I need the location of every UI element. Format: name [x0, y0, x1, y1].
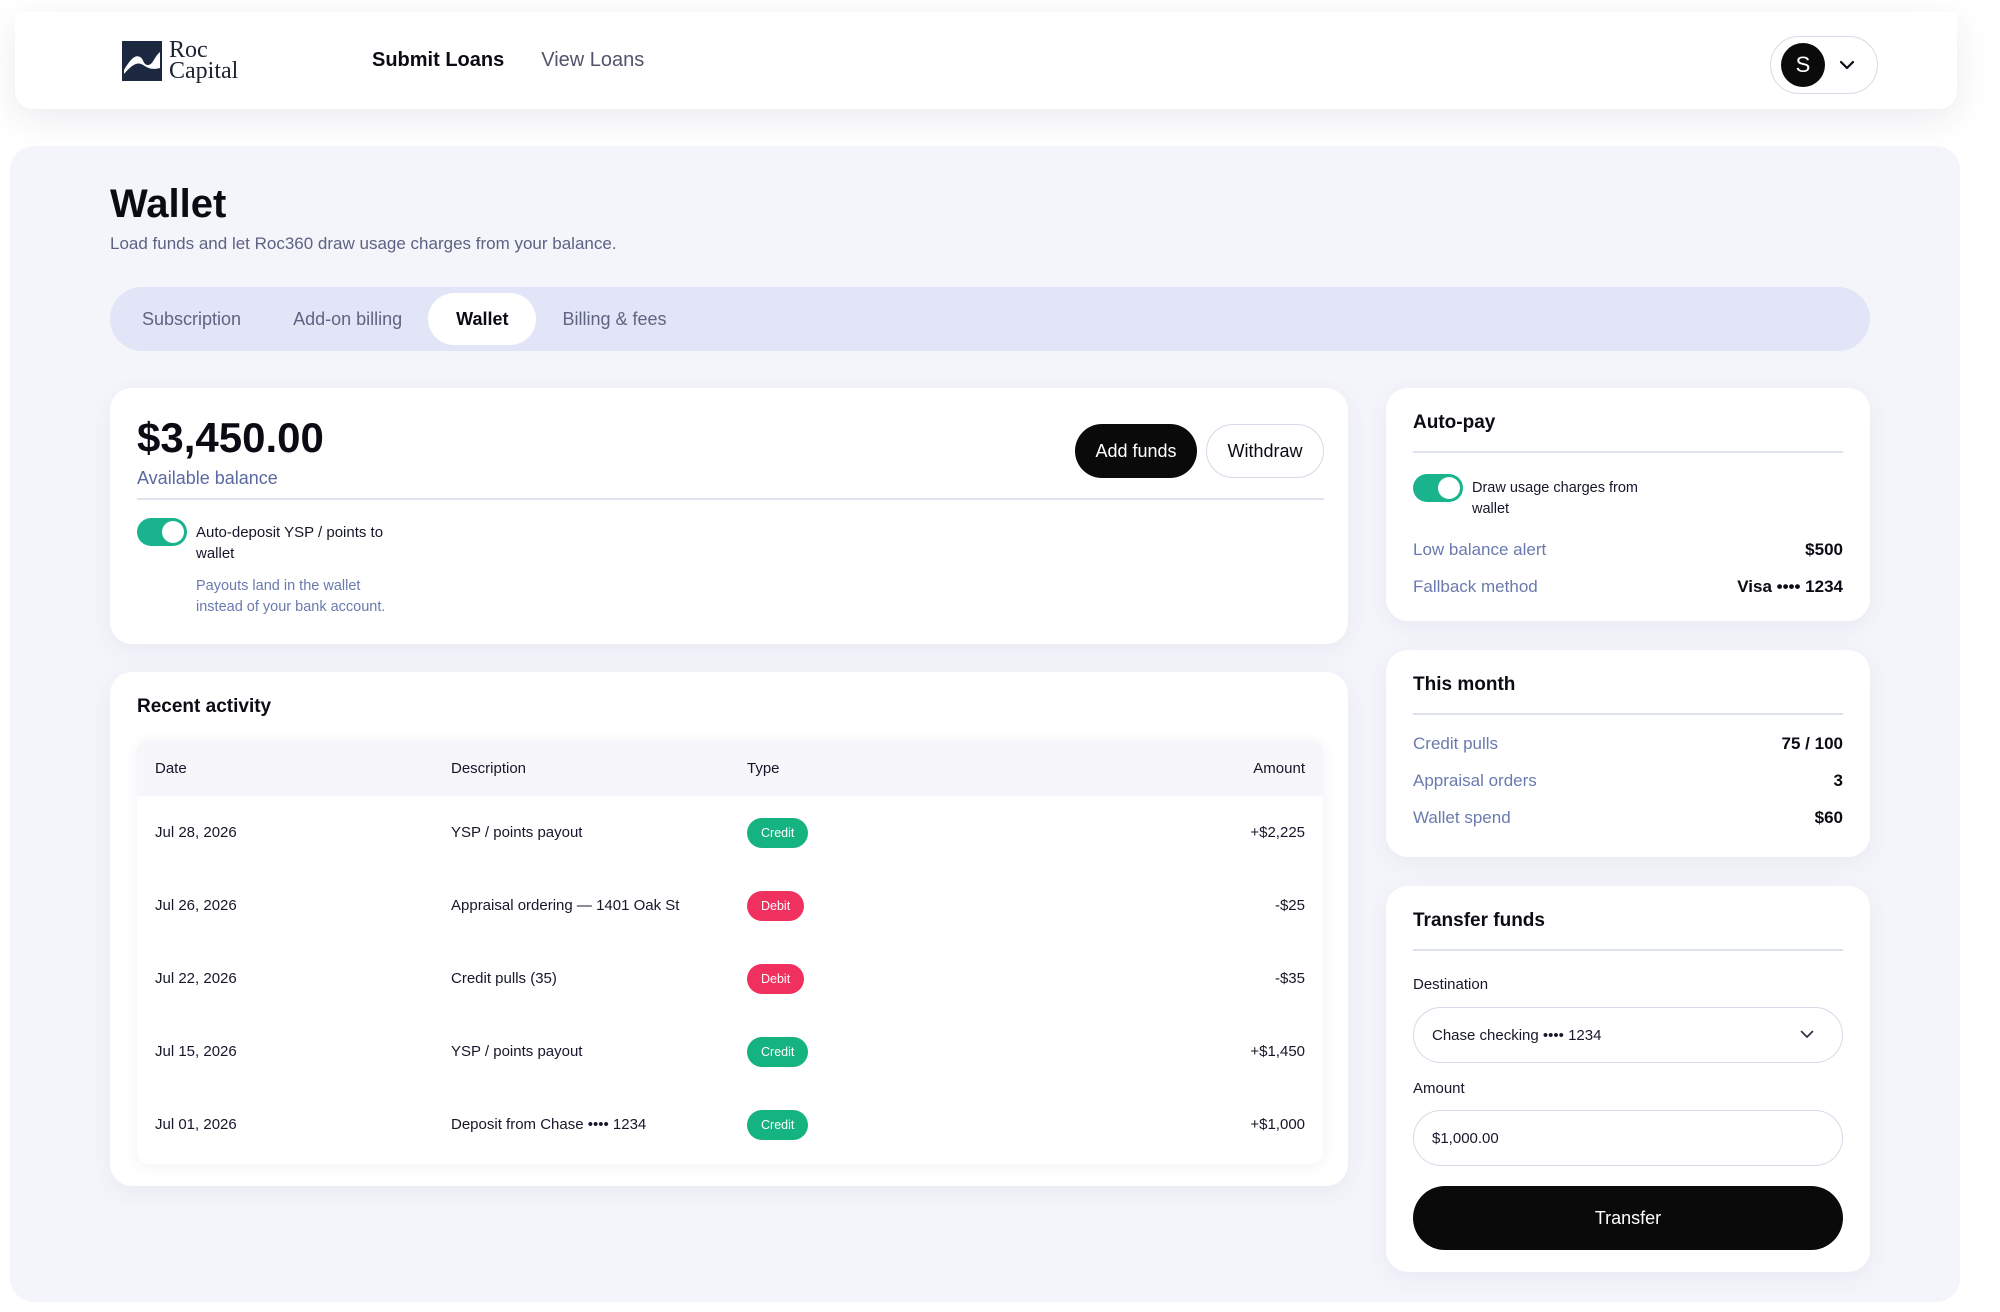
draw-usage-label-line2: wallet	[1472, 501, 1510, 517]
table-row[interactable]: Jul 28, 2026 YSP / points payout Credit …	[137, 796, 1323, 869]
row-description: Appraisal ordering — 1401 Oak St	[451, 897, 680, 914]
row-amount: -$25	[1274, 897, 1305, 914]
row-date: Jul 22, 2026	[155, 970, 237, 987]
main-panel: Wallet Load funds and let Roc360 draw us…	[10, 146, 1960, 1302]
tab-subscription[interactable]: Subscription	[116, 293, 267, 345]
row-type: Credit	[747, 796, 809, 869]
row-date: Jul 26, 2026	[155, 897, 237, 914]
row-type: Debit	[747, 869, 805, 942]
table-row[interactable]: Jul 26, 2026 Appraisal ordering — 1401 O…	[137, 869, 1323, 942]
activity-table: Date Description Type Amount Jul 28, 202…	[137, 740, 1323, 1164]
credit-badge: Credit	[747, 817, 809, 848]
amount-label: Amount	[1413, 1080, 1465, 1097]
appraisal-orders-value: 3	[1833, 771, 1843, 790]
row-amount: +$2,225	[1250, 824, 1305, 841]
recent-activity-card: Recent activity Date Description Type Am…	[110, 672, 1348, 1186]
column-header-amount: Amount	[1253, 759, 1305, 777]
auto-deposit-label: Auto-deposit YSP / points to wallet	[196, 522, 383, 564]
add-funds-button[interactable]: Add funds	[1075, 424, 1197, 478]
nav-submit-loans[interactable]: Submit Loans	[372, 49, 504, 72]
available-balance-amount: $3,450.00	[137, 414, 324, 461]
row-type: Credit	[747, 1088, 809, 1161]
fallback-method-value: Visa •••• 1234	[1737, 577, 1843, 596]
debit-badge: Debit	[747, 890, 805, 921]
tab-add-on-billing[interactable]: Add-on billing	[267, 293, 428, 345]
auto-pay-title: Auto-pay	[1413, 412, 1496, 433]
debit-badge: Debit	[747, 963, 805, 994]
this-month-card: This month Credit pulls 75 / 100 Apprais…	[1386, 650, 1870, 857]
balance-divider	[137, 498, 1324, 500]
this-month-divider	[1413, 713, 1843, 715]
auto-deposit-help-line2: instead of your bank account.	[196, 599, 386, 615]
auto-pay-divider	[1413, 451, 1843, 453]
billing-tabs: Subscription Add-on billing Wallet Billi…	[110, 287, 1870, 351]
balance-card: $3,450.00 Available balance Add funds Wi…	[110, 388, 1348, 644]
page-title: Wallet	[110, 182, 227, 226]
auto-deposit-help: Payouts land in the wallet instead of yo…	[196, 576, 385, 618]
roc-capital-wave-logo-icon	[122, 41, 162, 81]
credit-badge: Credit	[747, 1109, 809, 1140]
wallet-spend-value: $60	[1814, 808, 1843, 827]
transfer-funds-card: Transfer funds Destination Chase checkin…	[1386, 886, 1870, 1272]
tab-billing-fees[interactable]: Billing & fees	[536, 293, 692, 345]
auto-deposit-help-line1: Payouts land in the wallet	[196, 578, 361, 594]
row-description: Credit pulls (35)	[451, 970, 557, 987]
auto-deposit-label-line1: Auto-deposit YSP / points to	[196, 524, 384, 541]
row-amount: +$1,000	[1250, 1116, 1305, 1133]
row-description: YSP / points payout	[451, 1043, 583, 1060]
fallback-method-label: Fallback method	[1413, 577, 1538, 596]
row-date: Jul 28, 2026	[155, 824, 237, 841]
roc-capital-logo[interactable]: Roc Capital	[121, 38, 239, 84]
chevron-down-icon	[1839, 60, 1855, 70]
table-row[interactable]: Jul 22, 2026 Credit pulls (35) Debit -$3…	[137, 942, 1323, 1015]
available-balance-label: Available balance	[137, 468, 278, 488]
recent-activity-title: Recent activity	[137, 696, 272, 717]
auto-deposit-label-line2: wallet	[196, 545, 235, 562]
row-amount: -$35	[1274, 970, 1305, 987]
draw-usage-charges-toggle[interactable]	[1413, 474, 1463, 502]
destination-selected-value: Chase checking •••• 1234	[1432, 1026, 1602, 1044]
auto-pay-card: Auto-pay Draw usage charges from wallet …	[1386, 388, 1870, 621]
row-description: YSP / points payout	[451, 824, 583, 841]
column-header-type: Type	[747, 759, 780, 777]
row-amount: +$1,450	[1250, 1043, 1305, 1060]
wallet-spend-label: Wallet spend	[1413, 808, 1511, 827]
appraisal-orders-label: Appraisal orders	[1413, 771, 1537, 790]
amount-input[interactable]	[1413, 1110, 1843, 1166]
table-row[interactable]: Jul 01, 2026 Deposit from Chase •••• 123…	[137, 1088, 1323, 1161]
column-header-date: Date	[155, 759, 187, 777]
row-date: Jul 15, 2026	[155, 1043, 237, 1060]
credit-pulls-label: Credit pulls	[1413, 734, 1499, 753]
destination-select[interactable]: Chase checking •••• 1234	[1413, 1007, 1843, 1063]
credit-badge: Credit	[747, 1036, 809, 1067]
credit-pulls-value: 75 / 100	[1781, 734, 1843, 753]
low-balance-alert-value: $500	[1805, 540, 1843, 559]
withdraw-button[interactable]: Withdraw	[1206, 424, 1324, 478]
auto-deposit-toggle[interactable]	[137, 518, 187, 546]
destination-label: Destination	[1413, 976, 1489, 993]
top-header: Roc Capital Submit Loans View Loans S	[15, 12, 1957, 109]
draw-usage-charges-label: Draw usage charges from wallet	[1472, 478, 1638, 520]
table-row[interactable]: Jul 15, 2026 YSP / points payout Credit …	[137, 1015, 1323, 1088]
logo-text-line2: Capital	[169, 58, 239, 84]
transfer-funds-title: Transfer funds	[1413, 910, 1545, 931]
row-date: Jul 01, 2026	[155, 1116, 237, 1133]
main-nav: Submit Loans View Loans	[372, 12, 644, 109]
user-menu-button[interactable]: S	[1770, 36, 1878, 94]
this-month-title: This month	[1413, 674, 1516, 695]
draw-usage-label-line1: Draw usage charges from	[1472, 480, 1639, 496]
tab-wallet[interactable]: Wallet	[428, 293, 537, 345]
chevron-down-icon	[1800, 1030, 1814, 1038]
low-balance-alert-label: Low balance alert	[1413, 540, 1547, 559]
row-description: Deposit from Chase •••• 1234	[451, 1116, 647, 1133]
transfer-divider	[1413, 949, 1843, 951]
avatar: S	[1781, 43, 1825, 87]
column-header-description: Description	[451, 759, 527, 777]
page-subtitle: Load funds and let Roc360 draw usage cha…	[110, 234, 617, 253]
transfer-button[interactable]: Transfer	[1413, 1186, 1843, 1250]
row-type: Debit	[747, 942, 805, 1015]
row-type: Credit	[747, 1015, 809, 1088]
table-header: Date Description Type Amount	[137, 740, 1323, 796]
nav-view-loans[interactable]: View Loans	[541, 49, 644, 72]
